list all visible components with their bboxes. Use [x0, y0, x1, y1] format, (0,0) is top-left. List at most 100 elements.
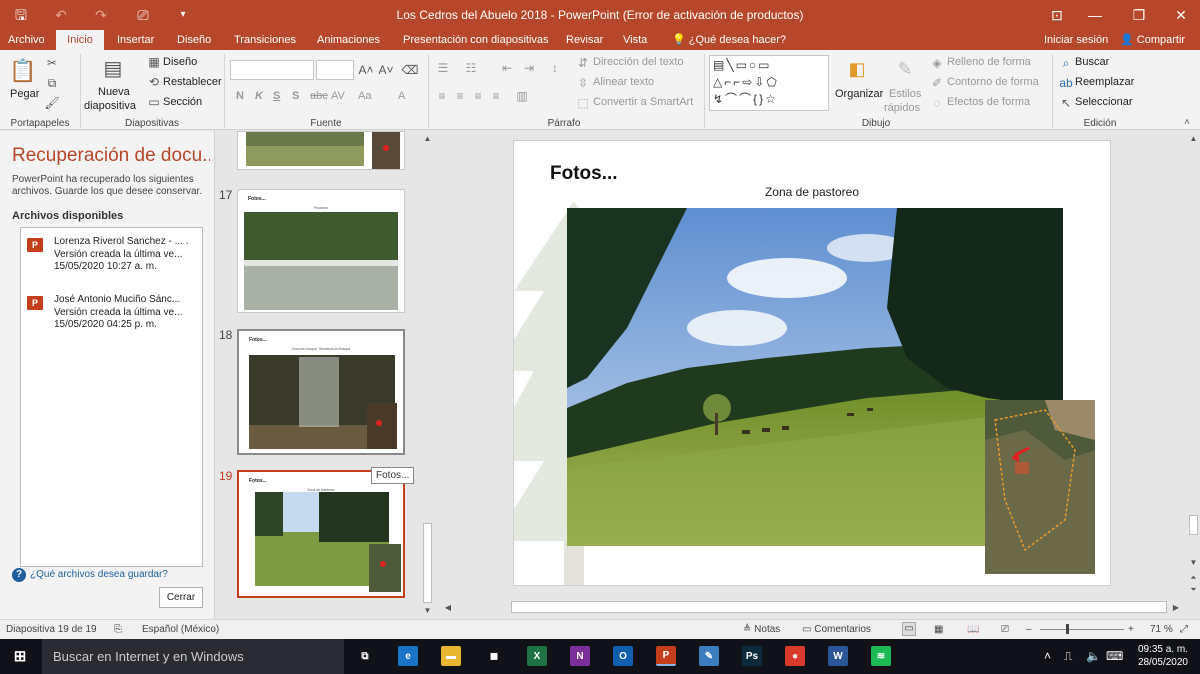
slideshow-icon[interactable]: ⎚ — [1001, 624, 1009, 635]
format-painter-icon[interactable]: 🖌 — [44, 96, 60, 110]
align-center-icon[interactable]: ≡ — [452, 88, 468, 104]
section-button[interactable]: Sección — [163, 96, 202, 108]
language-indicator[interactable]: Español (México) — [142, 624, 219, 635]
scroll-down-icon[interactable]: ▼ — [421, 605, 434, 615]
numbering-icon[interactable]: ☷ — [462, 60, 480, 76]
close-icon[interactable]: ✕ — [1164, 0, 1198, 30]
smartart-button[interactable]: Convertir a SmartArt — [593, 96, 693, 108]
onenote-icon[interactable]: N — [570, 646, 590, 666]
increase-indent-icon[interactable]: ⇥ — [520, 60, 538, 76]
share-button[interactable]: 👤 Compartir — [1120, 30, 1185, 50]
slide-thumbnail-selected[interactable]: Fotos... Zona de pastoreo — [237, 470, 405, 598]
satellite-map-inset[interactable] — [985, 400, 1095, 574]
tab-insertar[interactable]: Insertar — [117, 30, 154, 50]
tab-inicio[interactable]: Inicio — [56, 30, 104, 50]
select-button[interactable]: Seleccionar — [1075, 96, 1132, 108]
underline-button[interactable]: S — [273, 90, 280, 102]
font-color-button[interactable]: A — [398, 90, 405, 102]
signin-link[interactable]: Iniciar sesión — [1044, 30, 1108, 50]
copy-icon[interactable]: ⧉ — [44, 76, 60, 90]
slide-canvas[interactable]: Fotos... Zona de pastoreo — [513, 140, 1111, 586]
new-slide-button-line2[interactable]: diapositiva — [84, 100, 136, 112]
tab-diseno[interactable]: Diseño — [177, 30, 211, 50]
tab-animaciones[interactable]: Animaciones — [317, 30, 380, 50]
fit-slide-icon[interactable]: ⤢ — [1180, 624, 1188, 635]
scroll-right-icon[interactable]: ▶ — [1171, 601, 1181, 613]
task-view-icon[interactable]: ⧉ — [355, 646, 375, 666]
italic-button[interactable]: K — [255, 90, 263, 102]
tab-archivo[interactable]: Archivo — [8, 30, 45, 50]
zoom-level[interactable]: 71 % — [1150, 624, 1173, 635]
slide-title[interactable]: Fotos... — [550, 163, 618, 185]
align-left-icon[interactable]: ≡ — [434, 88, 450, 104]
bullets-icon[interactable]: ☰ — [434, 60, 452, 76]
scroll-down-icon[interactable]: ▼ — [1187, 557, 1200, 567]
shape-effects-button[interactable]: Efectos de forma — [947, 96, 1030, 108]
arrange-button[interactable]: Organizar — [835, 88, 883, 100]
comments-button[interactable]: ▭ Comentarios — [802, 624, 871, 635]
thumbnails-scrollbar[interactable]: ▲ ▼ — [421, 131, 434, 619]
reading-view-icon[interactable]: 📖 — [967, 624, 979, 635]
text-direction-button[interactable]: Dirección del texto — [593, 56, 684, 68]
file-explorer-icon[interactable]: ▬ — [441, 646, 461, 666]
next-slide-icon[interactable]: ⏷ — [1187, 585, 1200, 595]
shape-outline-button[interactable]: Contorno de forma — [947, 76, 1039, 88]
quick-styles-icon[interactable]: ✎ — [892, 56, 918, 82]
replace-button[interactable]: Reemplazar — [1075, 76, 1134, 88]
tab-revisar[interactable]: Revisar — [566, 30, 603, 50]
shape-fill-button[interactable]: Relleno de forma — [947, 56, 1031, 68]
paste-icon[interactable]: 📋 — [9, 56, 36, 86]
scroll-thumb[interactable] — [1189, 515, 1198, 535]
grow-font-icon[interactable]: A˄ — [358, 62, 374, 78]
zoom-out-button[interactable]: – — [1026, 624, 1032, 635]
slide-thumbnail[interactable]: Fotos... Zona de bosque, Senderos al Bos… — [237, 329, 405, 455]
tab-transiciones[interactable]: Transiciones — [234, 30, 296, 50]
slide-caption[interactable]: Zona de pastoreo — [514, 185, 1110, 199]
paste-button[interactable]: Pegar — [10, 88, 39, 100]
scroll-left-icon[interactable]: ◀ — [443, 601, 453, 613]
notes-button[interactable]: ≜ Notas — [743, 624, 780, 635]
previous-slide-icon[interactable]: ⏶ — [1187, 573, 1200, 583]
store-icon[interactable]: ◼ — [484, 646, 504, 666]
quick-styles-button-line2[interactable]: rápidos — [884, 102, 920, 114]
align-right-icon[interactable]: ≡ — [470, 88, 486, 104]
network-icon[interactable]: ⎍ — [1064, 649, 1072, 664]
word-icon[interactable]: W — [828, 646, 848, 666]
normal-view-icon[interactable]: ▭ — [902, 622, 916, 636]
chrome-icon[interactable]: ● — [785, 646, 805, 666]
zoom-slider[interactable] — [1040, 629, 1124, 630]
excel-icon[interactable]: X — [527, 646, 547, 666]
arrange-icon[interactable]: ◧ — [845, 56, 869, 82]
keyboard-icon[interactable]: ⌨ — [1106, 649, 1123, 663]
taskbar-search[interactable]: Buscar en Internet y en Windows — [42, 639, 344, 674]
slide-thumbnail[interactable] — [237, 131, 405, 170]
ribbon-display-icon[interactable]: ⊡ — [1040, 0, 1074, 30]
align-text-button[interactable]: Alinear texto — [593, 76, 654, 88]
char-spacing-button[interactable]: AV — [331, 90, 345, 102]
restore-icon[interactable]: ❐ — [1122, 0, 1156, 30]
font-name-input[interactable] — [230, 60, 314, 80]
edge-icon[interactable]: e — [398, 646, 418, 666]
columns-icon[interactable]: ▥ — [514, 88, 530, 104]
paint-icon[interactable]: ✎ — [699, 646, 719, 666]
scroll-up-icon[interactable]: ▲ — [1187, 133, 1200, 143]
decrease-indent-icon[interactable]: ⇤ — [498, 60, 516, 76]
tray-chevron-icon[interactable]: ˄ — [1044, 649, 1051, 663]
font-size-input[interactable] — [316, 60, 354, 80]
outlook-icon[interactable]: O — [613, 646, 633, 666]
clear-format-icon[interactable]: ⌫ — [402, 62, 419, 78]
line-spacing-icon[interactable]: ↕ — [546, 60, 564, 76]
justify-icon[interactable]: ≡ — [488, 88, 504, 104]
start-icon[interactable]: ⊞ — [10, 646, 30, 666]
new-slide-button-line1[interactable]: Nueva — [98, 86, 130, 98]
quick-styles-button-line1[interactable]: Estilos — [889, 88, 921, 100]
slide-sorter-icon[interactable]: ▦ — [934, 624, 943, 635]
shrink-font-icon[interactable]: A˅ — [378, 62, 394, 78]
slide-horizontal-scrollbar[interactable]: ◀ ▶ — [441, 600, 1185, 614]
powerpoint-icon[interactable]: P — [656, 646, 676, 666]
strikethrough-button[interactable]: abc — [310, 90, 328, 102]
change-case-button[interactable]: Aa — [358, 90, 371, 102]
find-button[interactable]: Buscar — [1075, 56, 1109, 68]
minimize-icon[interactable]: — — [1078, 0, 1112, 30]
layout-button[interactable]: Diseño — [163, 56, 197, 68]
